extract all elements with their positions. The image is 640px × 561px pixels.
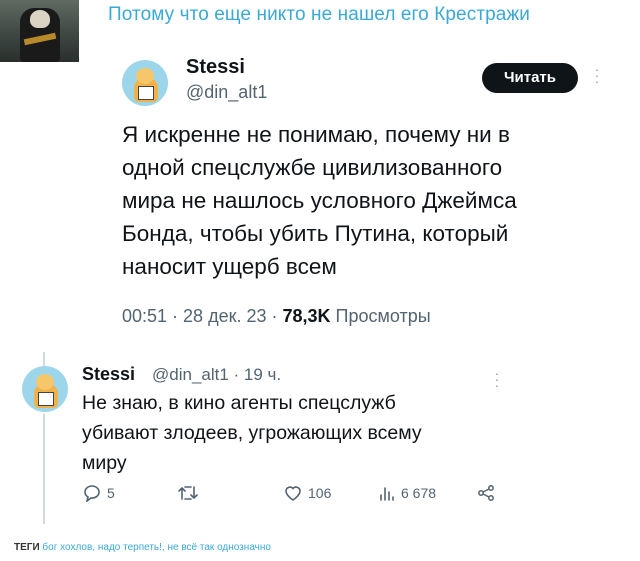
- avatar-face: [136, 68, 154, 84]
- tweet-views-count: 78,3K: [282, 306, 331, 326]
- reply-action[interactable]: 5: [82, 484, 115, 502]
- views-count: 6 678: [401, 485, 437, 501]
- avatar-sign: [38, 392, 54, 406]
- post-tags: ТЕГИ бог хохлов, надо терпеть!, не всё т…: [14, 542, 271, 553]
- tag-link[interactable]: надо терпеть!,: [98, 542, 165, 553]
- author-avatar[interactable]: [122, 60, 168, 106]
- post-thumbnail[interactable]: [0, 0, 79, 62]
- tweet-author-name[interactable]: Stessi: [186, 56, 245, 79]
- reply-author-avatar[interactable]: [22, 366, 68, 412]
- tweet-meta: 00:51 · 28 дек. 23 · 78,3K Просмотры: [122, 306, 431, 327]
- like-action[interactable]: 106: [283, 484, 331, 502]
- follow-button[interactable]: Читать: [482, 63, 578, 93]
- retweet-icon: [177, 484, 199, 502]
- thread-line: [43, 414, 45, 524]
- reply-count: 5: [107, 485, 115, 501]
- reply-author-name[interactable]: Stessi: [82, 364, 135, 385]
- tweet-text: Я искренне не понимаю, почему ни в одной…: [122, 122, 517, 279]
- more-dots-icon[interactable]: · · ·: [494, 366, 500, 392]
- comment-icon: [82, 484, 102, 502]
- avatar-face: [36, 374, 54, 390]
- reply-text: Не знаю, в кино агенты спецслужб убивают…: [82, 392, 422, 474]
- retweet-action[interactable]: [177, 484, 204, 502]
- thumbnail-mask: [30, 10, 50, 28]
- share-icon: [477, 484, 495, 502]
- share-action[interactable]: [477, 484, 495, 502]
- thread-connector: [43, 352, 45, 366]
- reply-action-bar: 5 106 6 678: [82, 484, 502, 510]
- tweet-author-handle[interactable]: @din_alt1: [186, 82, 267, 103]
- tag-link[interactable]: бог хохлов,: [42, 542, 95, 553]
- like-count: 106: [308, 485, 332, 501]
- tag-link[interactable]: не всё так однозначно: [167, 542, 270, 553]
- heart-icon: [283, 484, 303, 502]
- tweet-timestamp[interactable]: 00:51 · 28 дек. 23 ·: [122, 306, 282, 326]
- tags-label: ТЕГИ: [14, 542, 40, 553]
- tweet-views-label: Просмотры: [330, 306, 431, 326]
- avatar-sign: [138, 86, 154, 100]
- more-dots-icon[interactable]: · · ·: [594, 62, 600, 88]
- views-bar-icon: [378, 484, 396, 502]
- post-caption: Потому что еще никто не нашел его Крестр…: [108, 4, 530, 25]
- reply-author-handle[interactable]: @din_alt1 · 19 ч.: [152, 365, 281, 385]
- views-action[interactable]: 6 678: [378, 484, 436, 502]
